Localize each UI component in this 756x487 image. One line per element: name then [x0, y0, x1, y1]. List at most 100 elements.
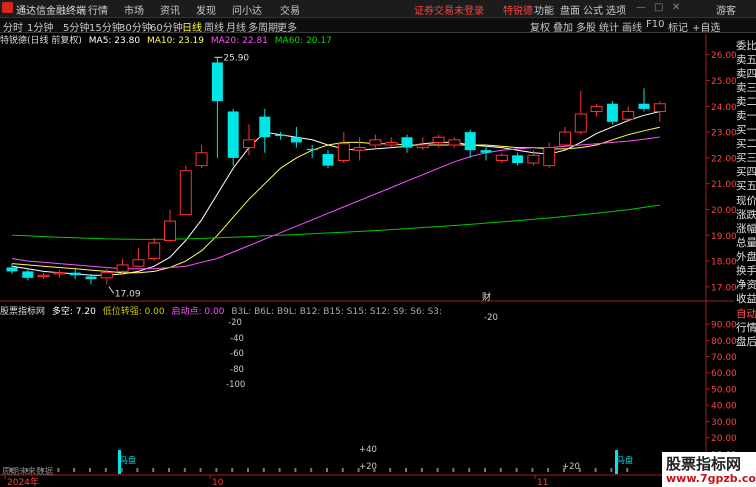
- candle-body: [590, 105, 603, 112]
- candle-body: [574, 113, 587, 133]
- candle-body: [290, 137, 302, 143]
- side-mai5: 卖五: [736, 54, 756, 66]
- ind-tick-label: 20.00: [711, 434, 737, 444]
- candle-body: [622, 110, 635, 120]
- bottom-tick-mark: [341, 468, 344, 472]
- candle-body: [322, 154, 334, 166]
- indicator-value-label: -80: [230, 365, 244, 375]
- side-weibi: 委比: [736, 40, 756, 52]
- side-auto[interactable]: 自动: [736, 306, 756, 321]
- ind-tick-label: 50.00: [711, 385, 737, 395]
- kline-chart[interactable]: 26.00 25.00 24.00 23.00 22.00 21.00 20.00 19.00…: [0, 0, 756, 487]
- price-tick-label: 17.00: [711, 283, 737, 293]
- bottom-left-label: 周期未来数据: [2, 466, 54, 477]
- indicator-value-label: -20: [484, 313, 498, 323]
- candle-body: [22, 271, 34, 278]
- side-mai2: 卖二: [736, 96, 756, 108]
- price-tick-label: 20.00: [711, 206, 737, 216]
- candle-body: [559, 131, 571, 146]
- bottom-tick-mark: [405, 468, 407, 472]
- price-tick-label: 25.00: [711, 77, 737, 87]
- ind-tick-label: 60.00: [711, 369, 737, 379]
- candle-body: [69, 272, 81, 276]
- side-mai4: 卖四: [736, 68, 756, 80]
- indicator-value-label: -100: [226, 380, 245, 390]
- candle-body: [179, 170, 192, 216]
- indicator-value-label: +40: [359, 445, 377, 455]
- bottom-tick-mark: [89, 468, 91, 472]
- side-mai3: 卖三: [736, 82, 756, 94]
- candle-body: [464, 132, 476, 151]
- candle-body: [638, 103, 650, 109]
- candle-body: [195, 152, 208, 167]
- indicator-value-label: -40: [230, 334, 244, 344]
- watermark-line1: 股票指标网: [666, 455, 742, 473]
- candle-body: [85, 276, 97, 280]
- candle-body: [259, 116, 271, 138]
- bottom-tick-mark: [168, 468, 170, 472]
- signal-bar-label: 马盘: [617, 455, 633, 465]
- candle-body: [512, 155, 524, 164]
- side-outer: 外盘: [736, 251, 756, 263]
- bottom-tick-mark: [199, 468, 202, 472]
- bottom-tick-mark: [57, 468, 60, 472]
- candle-body: [37, 274, 50, 278]
- price-tick-label: 18.00: [711, 258, 737, 268]
- bottom-tick-mark: [73, 468, 76, 472]
- low-price-annotation: 17.09: [115, 290, 141, 300]
- bottom-tick-mark: [389, 468, 392, 472]
- bottom-tick-mark: [310, 468, 313, 472]
- candle-body: [148, 242, 161, 259]
- financial-marker[interactable]: 财: [482, 291, 491, 303]
- candle-body: [543, 147, 556, 167]
- ma-line-ma20: [11, 136, 660, 270]
- bottom-tick-mark: [531, 468, 534, 472]
- side-buy3: 买三: [736, 152, 756, 164]
- price-tick-label: 23.00: [711, 129, 737, 139]
- candle-body: [369, 139, 382, 146]
- indicator-value-label: -20: [228, 318, 242, 328]
- candle-body: [448, 139, 461, 146]
- side-buy4: 买四: [736, 166, 756, 178]
- bottom-tick-mark: [468, 468, 471, 472]
- bottom-tick-mark: [515, 468, 518, 472]
- ind-tick-label: 80.00: [711, 337, 737, 347]
- candle-body: [6, 267, 18, 272]
- ma-line-ma10: [11, 126, 660, 274]
- candle-body: [306, 148, 318, 151]
- side-change: 涨跌: [736, 209, 756, 221]
- candle-body: [353, 147, 366, 151]
- side-buy1: 买一: [736, 124, 756, 136]
- candle-body: [416, 144, 429, 149]
- high-price-annotation: 25.90: [223, 53, 249, 63]
- side-panhou[interactable]: 盘后: [736, 334, 756, 349]
- watermark-logo: 股票指标网 www.7gpzb.com: [662, 452, 756, 487]
- side-turnover: 换手: [736, 265, 756, 277]
- bottom-tick-mark: [578, 468, 581, 472]
- bottom-tick-mark: [420, 468, 423, 472]
- ind-tick-label: 90.00: [711, 321, 737, 331]
- bottom-tick-mark: [484, 468, 486, 472]
- low-marker: [108, 286, 115, 294]
- bottom-tick-mark: [278, 468, 281, 472]
- price-tick-label: 19.00: [711, 232, 737, 242]
- bottom-tick-mark: [183, 468, 186, 472]
- x-tick-label: 10: [212, 478, 224, 487]
- side-mai1: 卖一: [736, 110, 756, 122]
- candle-body: [275, 134, 287, 136]
- bottom-tick-mark: [262, 468, 265, 472]
- signal-bar-label: 马盘: [120, 455, 136, 465]
- side-hangqing[interactable]: 行情: [736, 320, 756, 335]
- bottom-tick-mark: [357, 468, 360, 472]
- price-tick-label: 21.00: [711, 180, 737, 190]
- side-netasset: 净资: [736, 279, 756, 291]
- candle-body: [480, 150, 492, 153]
- candle-body: [337, 143, 350, 161]
- candle-body: [116, 264, 129, 272]
- candle-body: [132, 259, 145, 267]
- price-tick-label: 24.00: [711, 103, 737, 113]
- candle-body: [243, 139, 255, 149]
- bottom-tick-mark: [215, 468, 218, 472]
- ind-tick-label: 70.00: [711, 353, 737, 363]
- bottom-tick-mark: [294, 468, 297, 472]
